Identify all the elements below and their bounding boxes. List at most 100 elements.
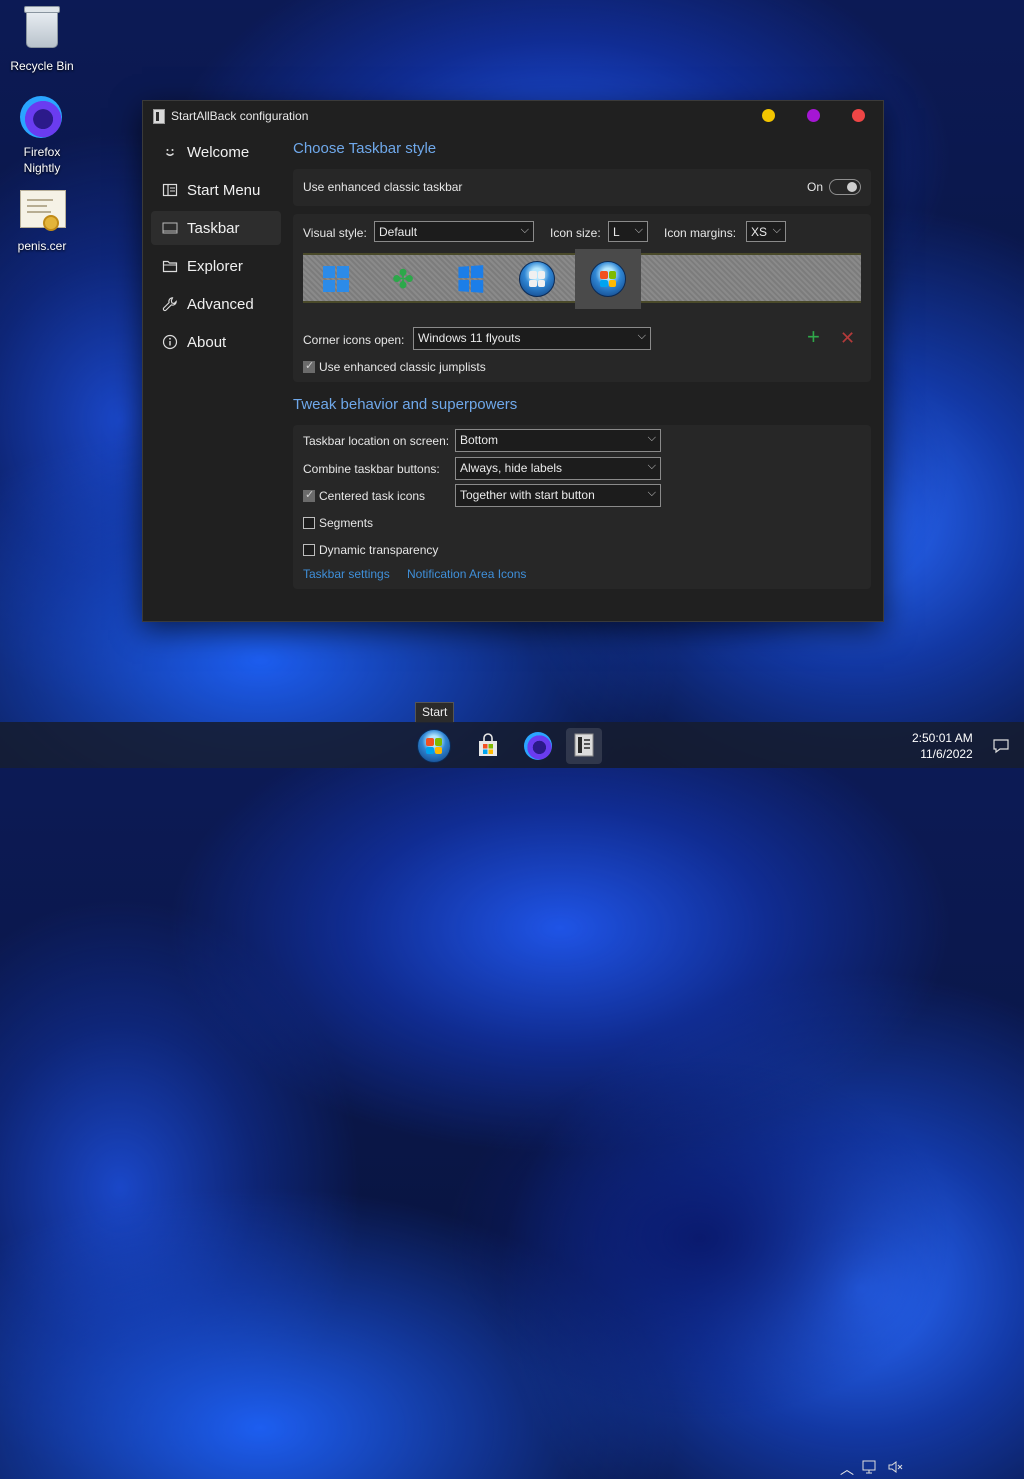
firefox-nightly-button[interactable] — [520, 728, 556, 764]
start-button-style-picker: ✤ — [303, 249, 861, 309]
sidebar-item-label: Explorer — [187, 257, 243, 275]
corner-icons-label: Corner icons open: — [303, 333, 405, 347]
clock-time: 2:50:01 AM — [912, 731, 973, 745]
dynamic-transparency-label: Dynamic transparency — [319, 543, 439, 557]
enhanced-taskbar-toggle[interactable] — [829, 179, 861, 195]
clock[interactable]: 2:50:01 AM 11/6/2022 — [912, 730, 973, 762]
dynamic-transparency-checkbox[interactable] — [303, 544, 315, 556]
sidebar-item-advanced[interactable]: Advanced — [151, 287, 281, 321]
volume-muted-icon[interactable] — [887, 1459, 905, 1478]
sidebar-nav: Welcome Start Menu Taskbar Explorer Adva… — [151, 135, 281, 363]
combine-buttons-label: Combine taskbar buttons: — [303, 462, 440, 476]
startallback-window: StartAllBack configuration Welcome Start… — [142, 100, 884, 622]
add-icon[interactable]: + — [807, 326, 820, 348]
centered-icons-checkbox[interactable] — [303, 488, 315, 502]
sidebar-item-taskbar[interactable]: Taskbar — [151, 211, 281, 245]
enhanced-taskbar-state: On — [807, 180, 824, 194]
close-button[interactable] — [852, 109, 865, 122]
chevron-down-icon: ⌵ — [647, 432, 656, 444]
wrench-icon — [161, 295, 179, 313]
certificate-icon — [20, 190, 66, 234]
start-menu-icon — [161, 181, 179, 199]
chevron-down-icon: ⌵ — [647, 487, 656, 499]
taskbar-location-select[interactable]: Bottom ⌵ — [455, 429, 661, 452]
desktop-icon-label: penis.cer — [17, 239, 67, 253]
title-bar[interactable]: StartAllBack configuration — [143, 101, 883, 131]
icon-margins-label: Icon margins: — [664, 226, 737, 240]
taskbar-style-panel: Visual style: Default ⌵ Icon size: L ⌵ I… — [293, 214, 871, 382]
icon-size-value: L — [613, 225, 620, 239]
startallback-app-icon — [153, 109, 165, 124]
enhanced-taskbar-row: Use enhanced classic taskbar On — [293, 169, 871, 206]
corner-icons-select[interactable]: Windows 11 flyouts ⌵ — [413, 327, 651, 350]
icon-margins-select[interactable]: XS ⌵ — [746, 221, 786, 242]
sidebar-item-label: Welcome — [187, 143, 250, 161]
chevron-down-icon: ⌵ — [772, 224, 781, 236]
remove-icon[interactable]: ✕ — [840, 327, 855, 349]
centered-icons-select[interactable]: Together with start button ⌵ — [455, 484, 661, 507]
desktop-icon-label: Recycle Bin — [10, 59, 74, 73]
taskbar-icon — [161, 219, 179, 237]
style-option-windows-7-colored[interactable] — [575, 249, 641, 309]
chevron-up-icon[interactable]: ︿ — [840, 1459, 854, 1479]
centered-icons-label: Centered task icons — [319, 489, 426, 503]
section-title-tweaks: Tweak behavior and superpowers — [293, 396, 518, 413]
sidebar-item-about[interactable]: About — [151, 325, 281, 359]
start-tooltip: Start — [415, 702, 455, 723]
corner-icons-value: Windows 11 flyouts — [418, 331, 521, 345]
sidebar-item-start-menu[interactable]: Start Menu — [151, 173, 281, 207]
combine-buttons-select[interactable]: Always, hide labels ⌵ — [455, 457, 661, 480]
windows-7-orb-icon — [519, 261, 555, 297]
startallback-button[interactable] — [566, 728, 602, 764]
minimize-button[interactable] — [762, 109, 775, 122]
segments-checkbox[interactable] — [303, 517, 315, 529]
windows-10-logo-icon — [458, 265, 484, 293]
desktop-icon-firefox-nightly[interactable]: Firefox Nightly — [2, 96, 82, 176]
taskbar-location-label: Taskbar location on screen: — [303, 434, 450, 448]
jumplists-checkbox[interactable] — [303, 359, 315, 373]
maximize-button[interactable] — [807, 109, 820, 122]
clock-date: 11/6/2022 — [920, 747, 973, 761]
chevron-down-icon: ⌵ — [647, 460, 656, 472]
visual-style-select[interactable]: Default ⌵ — [374, 221, 534, 242]
chevron-down-icon: ⌵ — [520, 224, 529, 236]
section-title-taskbar-style: Choose Taskbar style — [293, 140, 437, 157]
icon-size-select[interactable]: L ⌵ — [608, 221, 648, 242]
clover-logo-icon: ✤ — [392, 264, 414, 294]
tweaks-panel: Taskbar location on screen: Bottom ⌵ Com… — [293, 425, 871, 589]
notification-area-icons-link[interactable]: Notification Area Icons — [407, 567, 526, 581]
windows-7-orb-colored-icon — [590, 261, 626, 297]
desktop-icon-recycle-bin[interactable]: Recycle Bin — [2, 6, 82, 74]
chevron-down-icon: ⌵ — [637, 330, 646, 342]
start-button[interactable] — [416, 728, 452, 764]
style-option-windows-10[interactable] — [437, 255, 503, 303]
desktop-icon-label-line1: Firefox — [23, 145, 61, 159]
info-icon — [161, 333, 179, 351]
visual-style-label: Visual style: — [303, 226, 367, 240]
jumplists-label: Use enhanced classic jumplists — [319, 360, 486, 374]
sidebar-item-welcome[interactable]: Welcome — [151, 135, 281, 169]
start-orb-icon — [417, 729, 451, 763]
style-option-windows-11[interactable] — [303, 255, 369, 303]
sidebar-item-label: Taskbar — [187, 219, 240, 237]
sidebar-item-explorer[interactable]: Explorer — [151, 249, 281, 283]
icon-size-label: Icon size: — [550, 226, 601, 240]
style-option-windows-7[interactable] — [504, 255, 570, 303]
notification-icon[interactable] — [992, 737, 1010, 758]
firefox-nightly-icon — [20, 96, 64, 140]
visual-style-value: Default — [379, 225, 418, 239]
folder-icon — [161, 257, 179, 275]
microsoft-store-icon — [479, 733, 497, 756]
sidebar-item-label: Start Menu — [187, 181, 261, 199]
network-icon[interactable] — [862, 1459, 880, 1478]
taskbar-location-value: Bottom — [460, 433, 499, 447]
sidebar-item-label: About — [187, 333, 227, 351]
recycle-bin-icon — [20, 6, 64, 54]
window-title: StartAllBack configuration — [171, 109, 309, 123]
startallback-icon — [574, 733, 594, 757]
style-option-clover[interactable]: ✤ — [370, 255, 436, 303]
taskbar-settings-link[interactable]: Taskbar settings — [303, 567, 390, 581]
desktop-icon-certificate[interactable]: penis.cer — [2, 186, 82, 254]
microsoft-store-button[interactable] — [470, 728, 506, 764]
firefox-nightly-icon — [524, 732, 552, 760]
